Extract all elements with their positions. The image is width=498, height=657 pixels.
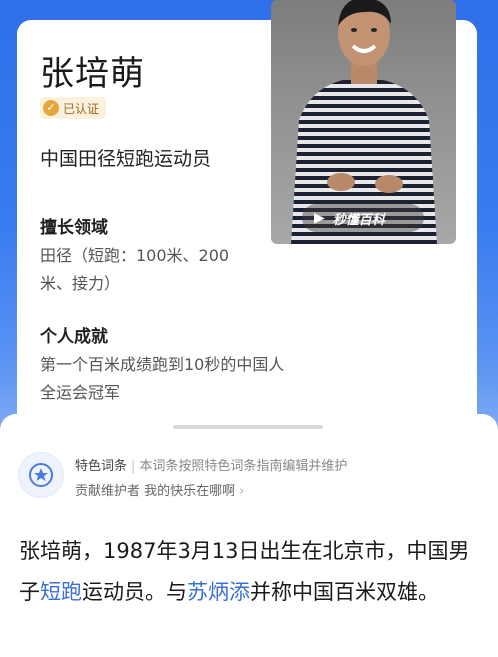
intro-text: 并称中国百米双雄。 [250,580,439,604]
section-heading-achievements: 个人成就 [40,327,108,347]
link-su-bingtian[interactable]: 苏炳添 [187,580,250,604]
feature-badge-graphic [29,463,53,487]
feature-description: 本词条按照特色词条指南编辑并维护 [139,459,348,474]
verified-label: 已认证 [63,101,100,116]
verified-check-icon: ✓ [43,100,59,116]
verified-badge[interactable]: ✓ 已认证 [40,97,107,119]
feature-entry-line[interactable]: 特色词条 | 本词条按照特色词条指南编辑并维护 [75,455,347,474]
play-icon: ▶ [314,210,325,226]
section-line: 第一个百米成绩跑到10秒的中国人 [40,355,285,374]
person-name: 张培萌 [40,54,145,94]
intro-paragraph: 张培萌，1987年3月13日出生在北京市，中国男子短跑运动员。与苏炳添并称中国百… [19,531,481,613]
video-watermark[interactable]: ▶ 秒懂百科 [302,204,424,232]
contributor-name: 我的快乐在哪啊 [144,484,236,499]
section-line: 全运会冠军 [40,383,121,402]
section-line: 米、接力） [40,274,121,293]
section-body-achievements: 第一个百米成绩跑到10秒的中国人 全运会冠军 [40,351,284,407]
section-body-expertise: 田径（短跑：100米、200 米、接力） [40,242,229,298]
contributor-line[interactable]: 贡献维护者 我的快乐在哪啊 › [75,480,244,499]
chevron-right-icon: › [239,484,245,499]
feature-label: 特色词条 [75,459,128,474]
watermark-text: 秒懂百科 [332,212,385,228]
intro-text: 运动员。与 [82,580,187,604]
section-heading-expertise: 擅长领域 [40,218,108,238]
feature-badge-icon [18,452,64,498]
person-title: 中国田径短跑运动员 [40,148,212,170]
contributor-label: 贡献维护者 [75,484,141,499]
section-line: 田径（短跑：100米、200 [40,246,230,265]
sheet-drag-handle[interactable] [173,425,323,429]
link-sprint[interactable]: 短跑 [40,580,82,604]
